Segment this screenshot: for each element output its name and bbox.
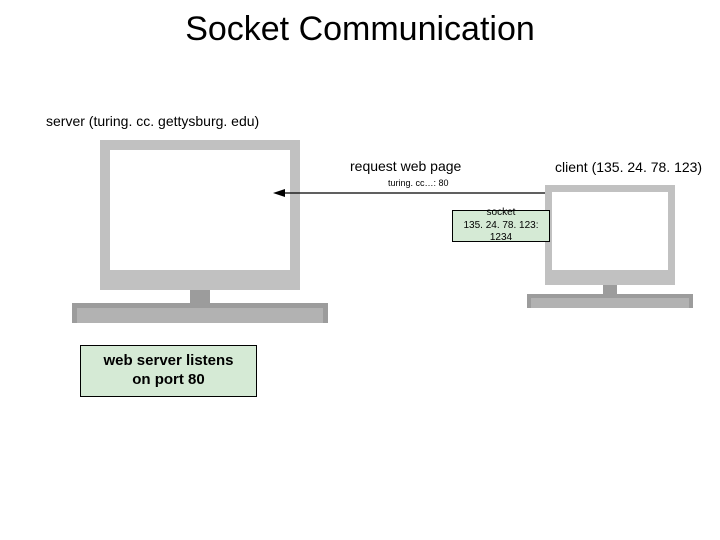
- client-label: client (135. 24. 78. 123): [555, 159, 702, 175]
- server-label: server (turing. cc. gettysburg. edu): [46, 113, 259, 129]
- socket-box: socket 135. 24. 78. 123: 1234: [452, 210, 550, 242]
- listen-box-line2: on port 80: [103, 371, 233, 390]
- request-label: request web page: [350, 158, 461, 174]
- slide-title: Socket Communication: [0, 10, 720, 49]
- socket-box-line1: socket: [453, 207, 549, 220]
- listen-box-line1: web server listens: [103, 352, 233, 371]
- listen-box: web server listens on port 80: [80, 345, 257, 397]
- request-arrow-icon: [273, 186, 547, 200]
- socket-box-line2: 135. 24. 78. 123: 1234: [453, 220, 549, 245]
